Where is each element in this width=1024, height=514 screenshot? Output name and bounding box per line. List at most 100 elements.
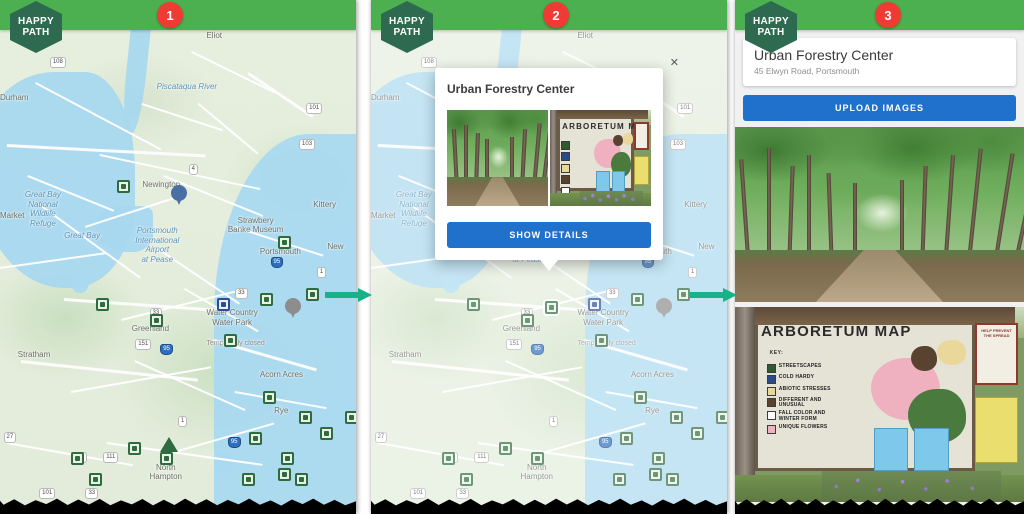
panel-step-2: EliotNewingtonGreat Bay National Wildlif… [371,0,727,514]
route-shield: 1 [316,267,327,279]
route-shield: 95 [227,436,241,448]
step-badge-1: 1 [157,2,183,28]
legend-item: UNIQUE FLOWERS [766,423,883,434]
modal-pointer [540,260,558,271]
legend-item: DIFFERENT AND UNUSUAL [766,397,883,409]
map-label: Water Country Water Park [206,308,258,327]
legend-swatch [766,363,776,373]
sign-poster [914,427,949,471]
trail-marker[interactable] [277,236,291,250]
photo-arboretum-sign[interactable]: ARBORETUM MAP KEY: STREETSCAPES COLD HAR… [735,307,1024,502]
airport-pin-icon[interactable] [170,185,187,207]
trail-marker[interactable] [224,334,238,348]
photo-forest-trail[interactable] [735,127,1024,302]
route-shield: 101 [39,488,56,500]
trail-marker[interactable] [242,472,256,486]
legend-label: FALL COLOR AND WINTER FORM [778,410,826,422]
place-pin-icon[interactable] [284,298,301,320]
panel-step-3: Urban Forestry Center 45 Elwyn Road, Por… [735,0,1024,514]
logo-line-1: HAPPY [18,15,54,27]
route-shield: 95 [270,257,284,268]
thumbnail-arboretum-sign[interactable]: ARBORETUM MAP [550,110,651,206]
water-pond [71,272,89,293]
logo-line-1: HAPPY [753,15,789,27]
trail-marker[interactable] [249,431,263,445]
logo-line-1: HAPPY [389,15,425,27]
map-label: Kittery [313,200,336,210]
water-pond [213,452,235,473]
legend-swatch [766,386,776,396]
panel-step-1: Eliot Newington Great Bay National Wildlif… [0,0,356,514]
trail-marker[interactable] [149,313,163,327]
trail-marker[interactable] [320,426,334,440]
route-shield: 4 [188,164,199,176]
trail-marker[interactable] [295,472,309,486]
sign-notice-text: HELP PREVENT THE SPREAD [981,327,1012,338]
legend-swatch [766,398,776,408]
map-label: Stratham [17,349,51,359]
legend-item: ABIOTIC STRESSES [766,385,883,396]
trail-marker[interactable] [89,472,102,486]
legend-label: UNIQUE FLOWERS [778,423,828,430]
legend-swatch [766,424,776,434]
storyboard: Eliot Newington Great Bay National Wildlif… [0,0,1024,514]
logo-line-2: PATH [22,27,50,38]
trail-marker[interactable] [299,411,313,425]
map-label: Market [0,210,25,220]
place-title: Urban Forestry Center [754,47,894,63]
route-shield: 111 [103,452,119,464]
sign-legend: STREETSCAPES COLD HARDY ABIOTIC STRESSES… [766,362,883,437]
sign-map-region [911,346,938,372]
map-label: Piscataqua River [156,82,218,92]
trail-marker[interactable] [259,292,273,306]
map-label: New [327,241,344,251]
sign-flowers [821,470,1001,502]
map-label: Rye [274,406,289,416]
route-shield: 33 [234,287,248,299]
logo-line-2: PATH [393,27,421,38]
step-badge-2: 2 [543,2,569,28]
route-shield: 95 [160,344,173,356]
thumbnail-forest-trail[interactable] [447,110,548,206]
map-view-1[interactable]: Eliot Newington Great Bay National Wildlif… [0,0,356,514]
campground-icon [160,436,179,452]
legend-label: STREETSCAPES [778,362,822,369]
trail-marker[interactable] [128,442,142,456]
sign-poster [873,427,909,471]
trail-marker[interactable] [263,390,277,404]
upload-images-button[interactable]: UPLOAD IMAGES [743,95,1016,121]
trail-marker[interactable] [160,452,174,466]
trail-marker[interactable] [217,298,231,312]
water-great-bay [0,71,136,288]
legend-item: FALL COLOR AND WINTER FORM [766,410,883,422]
close-icon[interactable]: ✕ [670,58,679,69]
trail-marker[interactable] [71,452,85,466]
legend-label: COLD HARDY [778,374,815,381]
show-details-button[interactable]: SHOW DETAILS [447,222,651,248]
modal-thumbnails: ARBORETUM MAP [447,110,651,206]
trail-marker[interactable] [277,467,291,481]
trail-marker[interactable] [281,452,295,466]
map-label: Portsmouth International Airport at Peas… [135,226,180,264]
map-label: Durham [0,92,29,102]
trail-marker[interactable] [345,411,356,425]
flow-arrow-2-to-3 [690,288,738,302]
modal-title: Urban Forestry Center [447,82,575,96]
legend-item: COLD HARDY [766,374,883,385]
sign-notice-poster: HELP PREVENT THE SPREAD [974,322,1019,385]
trail-marker[interactable] [117,179,131,193]
legend-label: ABIOTIC STRESSES [778,385,831,392]
sign-yellow-poster [974,396,1019,463]
map-label: Great Bay National Wildlife Refuge [24,190,61,228]
legend-swatch [766,375,776,385]
flow-arrow-1-to-2 [325,288,373,302]
step-badge-3: 3 [875,2,901,28]
route-shield: 103 [299,138,316,150]
route-shield: 1 [178,416,188,428]
legend-item: STREETSCAPES [766,362,883,373]
route-shield: 27 [3,431,17,443]
place-address: 45 Elwyn Road, Portsmouth [754,66,860,76]
trail-marker[interactable] [96,298,110,312]
trail-marker[interactable] [306,287,320,301]
map-label: Strawbery Banke Museum [227,215,284,235]
